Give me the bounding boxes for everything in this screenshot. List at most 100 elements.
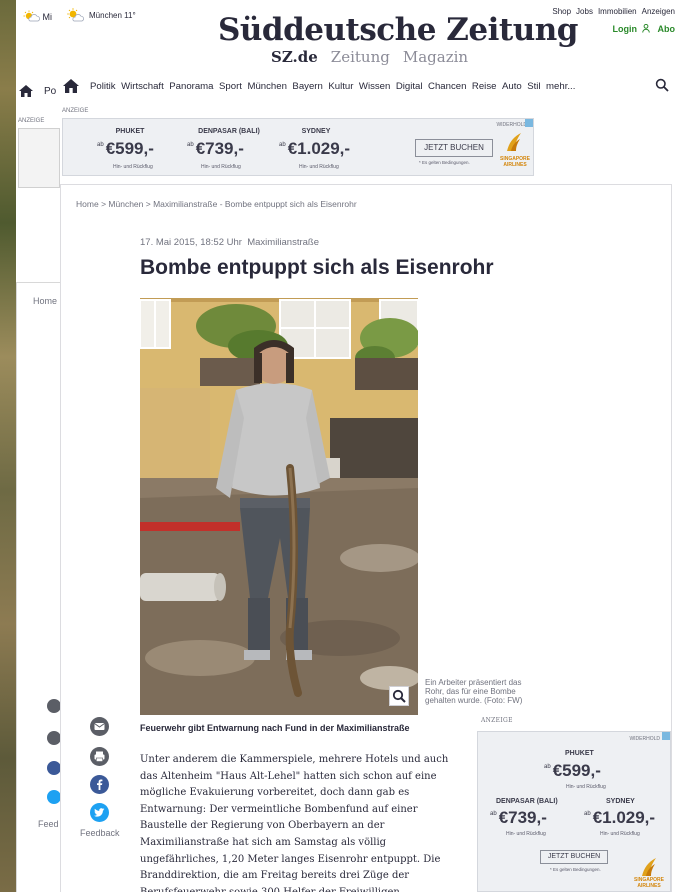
ghost-ad-label: ANZEIGE	[18, 118, 45, 124]
top-link-anzeigen[interactable]: Anzeigen	[642, 7, 675, 16]
print-icon	[94, 751, 105, 762]
tab-magazin[interactable]: Magazin	[403, 48, 468, 66]
person-icon	[641, 24, 650, 33]
mail-icon	[94, 723, 105, 730]
main-nav: Politik Wirtschaft Panorama Sport Münche…	[60, 74, 683, 98]
airline-bird-icon	[642, 858, 656, 876]
ghost-home-icon[interactable]	[18, 84, 34, 98]
ad-from-label: ab	[584, 811, 591, 817]
ad-offer-sub: Hin- und Rückflug	[600, 831, 640, 837]
article-body: Unter anderem die Kammerspiele, mehrere …	[140, 754, 449, 892]
home-icon[interactable]	[62, 78, 80, 94]
nav-item-reise[interactable]: Reise	[472, 81, 497, 92]
weather-widget[interactable]: München 11°	[66, 8, 136, 22]
nav-item-stil[interactable]: Stil	[527, 81, 540, 92]
ghost-weather-label: Mi	[42, 12, 53, 22]
page: Mi Po ANZEIGE Home Feed München 11° Südd…	[0, 0, 683, 892]
facebook-share-button[interactable]	[90, 775, 109, 794]
login-link[interactable]: Login	[612, 24, 650, 34]
breadcrumb-separator: >	[101, 199, 107, 209]
top-link-shop[interactable]: Shop	[552, 7, 571, 16]
ad-offer-price-value: €739,-	[195, 139, 244, 158]
nav-item-auto[interactable]: Auto	[502, 81, 522, 92]
ad-offer-dest: PHUKET	[115, 128, 145, 135]
facebook-icon	[97, 779, 103, 790]
nav-item-digital[interactable]: Digital	[396, 81, 423, 92]
ad-offer-price: ab €599,-	[97, 139, 154, 159]
breadcrumb-separator: >	[145, 199, 151, 209]
nav-item-muenchen[interactable]: München	[247, 81, 286, 92]
ad-airline-name: SINGAPORE AIRLINES	[499, 156, 530, 168]
nav-item-panorama[interactable]: Panorama	[169, 81, 213, 92]
ad-offer-price-value: €599,-	[105, 139, 154, 158]
ad-offer-price: ab €599,-	[544, 761, 601, 781]
ghost-print-icon[interactable]	[47, 731, 61, 745]
ad-cta-button[interactable]: JETZT BUCHEN	[540, 850, 608, 864]
ad-offer-price: ab €739,-	[490, 808, 547, 828]
article-section[interactable]: Maximilianstraße	[247, 237, 319, 248]
nav-item-mehr[interactable]: mehr...	[546, 81, 575, 92]
ad-from-label: ab	[97, 142, 104, 148]
ghost-nav-item[interactable]: Po	[44, 86, 56, 97]
nav-item-kultur[interactable]: Kultur	[328, 81, 353, 92]
twitter-share-button[interactable]	[90, 803, 109, 822]
ad-offer-price-value: €1.029,-	[287, 139, 351, 158]
ad-offer-dest: DENPASAR (BALI)	[198, 128, 260, 135]
ad-cta-button[interactable]: JETZT BUCHEN	[415, 139, 493, 157]
zoom-button[interactable]	[389, 686, 409, 706]
ad-offer-sub: Hin- und Rückflug	[299, 164, 339, 170]
ad-sidebar[interactable]: WIDERHOLD PHUKET ab €599,- Hin- und Rückf…	[477, 731, 671, 892]
ad-choices-icon[interactable]	[525, 119, 533, 127]
search-icon[interactable]	[655, 78, 669, 92]
ad-advertiser: WIDERHOLD	[629, 736, 660, 742]
ghost-weather: Mi	[22, 10, 52, 22]
article-meta: 17. Mai 2015, 18:52 Uhr Maximilianstraße	[140, 237, 319, 248]
ghost-facebook-icon[interactable]	[47, 761, 61, 775]
print-button[interactable]	[90, 747, 109, 766]
nav-item-chancen[interactable]: Chancen	[428, 81, 466, 92]
breadcrumb-current: Maximilianstraße - Bombe entpuppt sich a…	[153, 199, 357, 209]
ad-banner[interactable]: WIDERHOLD PHUKET ab €599,- Hin- und Rückf…	[62, 118, 534, 176]
nav-item-sport[interactable]: Sport	[219, 81, 242, 92]
photo-credit: (Foto: FW)	[484, 696, 523, 705]
tab-zeitung[interactable]: Zeitung	[331, 48, 390, 66]
ghost-breadcrumb-home[interactable]: Home	[33, 296, 57, 306]
login-label: Login	[612, 24, 637, 34]
abo-link[interactable]: Abo	[658, 24, 676, 34]
magnifier-icon	[392, 689, 406, 703]
ad-conditions: * Es gelten Bedingungen.	[550, 867, 601, 872]
nav-item-bayern[interactable]: Bayern	[292, 81, 322, 92]
ghost-ad-box	[18, 128, 60, 188]
nav-item-politik[interactable]: Politik	[90, 81, 116, 92]
breadcrumb-muenchen[interactable]: München	[108, 199, 143, 209]
breadcrumb-home[interactable]: Home	[76, 199, 99, 209]
mail-share-button[interactable]	[90, 717, 109, 736]
ghost-feedback[interactable]: Feed	[38, 819, 59, 829]
sun-cloud-icon	[23, 10, 40, 22]
top-link-immobilien[interactable]: Immobilien	[598, 7, 637, 16]
ad-offer-price-value: €739,-	[498, 808, 547, 827]
site-logo[interactable]: Süddeutsche Zeitung	[218, 12, 578, 48]
nav-item-wirtschaft[interactable]: Wirtschaft	[121, 81, 164, 92]
ad-offer-dest: SYDNEY	[301, 128, 331, 135]
ad-from-label: ab	[490, 811, 497, 817]
ad-conditions: * Es gelten Bedingungen.	[419, 160, 470, 165]
ad-offer-dest: DENPASAR (BALI)	[496, 798, 558, 805]
ghost-twitter-icon[interactable]	[47, 790, 61, 804]
ghost-mail-icon[interactable]	[47, 699, 61, 713]
weather-label: München 11°	[89, 10, 136, 20]
background-photo-strip	[0, 0, 16, 892]
feedback-link[interactable]: Feedback	[80, 828, 120, 838]
sun-cloud-icon	[67, 8, 84, 22]
ad-offer-dest: SYDNEY	[606, 798, 635, 805]
tab-sz-de[interactable]: SZ.de	[271, 48, 318, 66]
article-photo[interactable]	[140, 298, 418, 715]
ad-choices-icon[interactable]	[662, 732, 670, 740]
top-link-jobs[interactable]: Jobs	[576, 7, 593, 16]
ad-offer-price: ab €1.029,-	[279, 139, 350, 159]
nav-item-wissen[interactable]: Wissen	[359, 81, 390, 92]
article-headline: Bombe entpuppt sich als Eisenrohr	[140, 256, 494, 279]
ad-offer-sub: Hin- und Rückflug	[566, 784, 606, 790]
ad-offer-sub: Hin- und Rückflug	[201, 164, 241, 170]
account-links: Login Abo	[612, 24, 675, 34]
